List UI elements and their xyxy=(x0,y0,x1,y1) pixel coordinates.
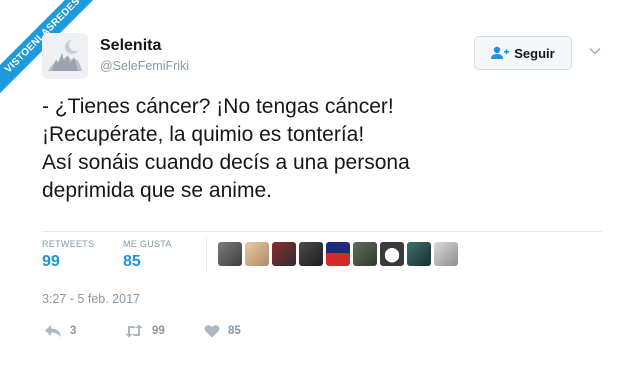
likes-label: ME GUSTA xyxy=(123,239,172,249)
tweet-line: deprimida que se anime. xyxy=(42,179,272,202)
follow-label: Seguir xyxy=(514,45,555,61)
retweet-button[interactable]: 99 xyxy=(124,324,165,338)
user-handle[interactable]: @SeleFemiFriki xyxy=(100,59,189,73)
avatar-image xyxy=(42,33,88,79)
tweet-timestamp[interactable]: 3:27 - 5 feb. 2017 xyxy=(42,292,140,306)
liker-avatar[interactable] xyxy=(407,242,431,266)
retweets-value: 99 xyxy=(42,253,60,270)
liker-avatar[interactable] xyxy=(380,242,404,266)
tweet-card: VISTOENLASREDES Selenita @SeleFemiFriki … xyxy=(0,0,637,369)
tweet-line: - ¿Tienes cáncer? ¡No tengas cáncer! xyxy=(42,95,394,118)
liker-avatar[interactable] xyxy=(299,242,323,266)
tweet-text: - ¿Tienes cáncer? ¡No tengas cáncer! ¡Re… xyxy=(42,93,602,205)
add-user-icon xyxy=(491,46,510,59)
liker-avatar[interactable] xyxy=(218,242,242,266)
tweet-line: ¡Recupérate, la quimio es tontería! xyxy=(42,123,365,146)
user-name[interactable]: Selenita xyxy=(100,37,161,55)
follow-button[interactable]: Seguir xyxy=(474,36,572,70)
like-button[interactable]: 85 xyxy=(204,324,241,338)
retweets-stat[interactable]: RETWEETS 99 xyxy=(42,239,94,271)
retweets-label: RETWEETS xyxy=(42,239,95,249)
liker-avatar[interactable] xyxy=(245,242,269,266)
stats-separator xyxy=(206,238,207,272)
chevron-down-icon[interactable] xyxy=(588,44,602,58)
reply-icon xyxy=(45,325,61,337)
heart-icon xyxy=(204,325,220,338)
liker-avatar[interactable] xyxy=(353,242,377,266)
liker-avatar[interactable] xyxy=(272,242,296,266)
likes-stat[interactable]: ME GUSTA 85 xyxy=(123,239,172,271)
liker-avatar[interactable] xyxy=(434,242,458,266)
likes-value: 85 xyxy=(123,253,141,270)
tweet-line: Así sonáis cuando decís a una persona xyxy=(42,151,410,174)
reply-button[interactable]: 3 xyxy=(44,324,76,338)
retweet-count: 99 xyxy=(152,325,165,337)
avatar[interactable] xyxy=(42,33,88,79)
liker-avatar[interactable] xyxy=(326,242,350,266)
reply-count: 3 xyxy=(70,325,77,337)
liker-avatars xyxy=(218,242,458,266)
retweet-icon xyxy=(125,324,143,338)
divider xyxy=(42,231,602,232)
like-count: 85 xyxy=(228,325,241,337)
